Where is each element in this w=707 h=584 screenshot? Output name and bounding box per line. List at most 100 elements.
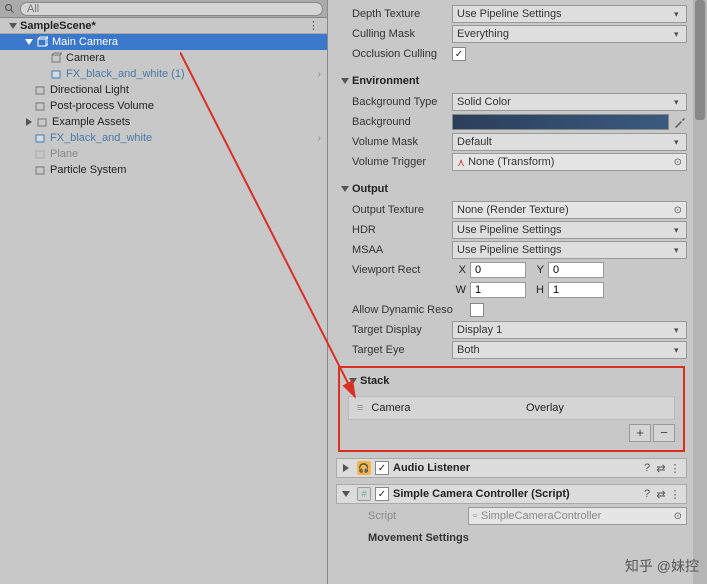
viewport-x-input[interactable]: [470, 262, 526, 278]
chevron-right-icon[interactable]: ›: [318, 69, 327, 80]
hdr-dropdown[interactable]: Use Pipeline Settings ▾: [452, 221, 687, 239]
dynamic-res-checkbox[interactable]: [470, 303, 484, 317]
drag-handle-icon[interactable]: ≡: [357, 402, 363, 414]
help-icon[interactable]: ?: [640, 462, 654, 474]
stack-remove-button[interactable]: −: [653, 424, 675, 442]
gameobject-icon: [36, 36, 48, 48]
volume-mask-dropdown[interactable]: Default ▾: [452, 133, 687, 151]
x-label: X: [452, 264, 466, 276]
viewport-y-input[interactable]: [548, 262, 604, 278]
menu-icon[interactable]: ⋮: [668, 462, 682, 475]
object-picker-icon[interactable]: ⊙: [674, 157, 682, 168]
object-picker-icon[interactable]: ⊙: [674, 205, 682, 216]
prop-label: Depth Texture: [336, 8, 452, 20]
foldout-icon: [24, 37, 34, 47]
scene-header[interactable]: SampleScene* ⋮: [0, 18, 327, 34]
prop-label: MSAA: [336, 244, 452, 256]
section-output[interactable]: Output: [336, 180, 687, 198]
msaa-dropdown[interactable]: Use Pipeline Settings ▾: [452, 241, 687, 259]
component-enabled-checkbox[interactable]: ✓: [375, 461, 389, 475]
prop-background: Background: [336, 112, 687, 132]
prop-msaa: MSAA Use Pipeline Settings ▾: [336, 240, 687, 260]
section-environment[interactable]: Environment: [336, 72, 687, 90]
obj-value: None (Transform): [468, 156, 554, 168]
eyedropper-icon[interactable]: [673, 115, 687, 129]
foldout-icon: [8, 21, 18, 31]
occlusion-culling-checkbox[interactable]: ✓: [452, 47, 466, 61]
component-name: Audio Listener: [393, 462, 640, 474]
stack-camera-item[interactable]: ≡ Camera Overlay: [348, 396, 675, 420]
tree-item-main-camera[interactable]: Main Camera: [0, 34, 327, 50]
object-picker-icon: ⊙: [674, 511, 682, 522]
section-stack[interactable]: Stack: [348, 372, 675, 390]
gameobject-icon: [34, 100, 46, 112]
hierarchy-panel: SampleScene* ⋮ Main Camera Camera FX_bla…: [0, 0, 328, 584]
prop-volume-trigger: Volume Trigger ⋏ None (Transform) ⊙: [336, 152, 687, 172]
prop-viewport-wh: W H: [336, 280, 687, 300]
foldout-icon: [340, 184, 350, 194]
dropdown-value: Default: [457, 136, 492, 148]
inspector-scrollbar[interactable]: [693, 0, 707, 584]
component-simple-camera[interactable]: # ✓ Simple Camera Controller (Script) ? …: [336, 484, 687, 504]
scene-menu-icon[interactable]: ⋮: [308, 19, 319, 32]
prop-depth-texture: Depth Texture Use Pipeline Settings ▾: [336, 4, 687, 24]
help-icon[interactable]: ?: [640, 488, 654, 500]
tree-item-example[interactable]: Example Assets: [0, 114, 327, 130]
gameobject-icon: [34, 164, 46, 176]
depth-texture-dropdown[interactable]: Use Pipeline Settings ▾: [452, 5, 687, 23]
tree-item-fx1[interactable]: FX_black_and_white (1) ›: [0, 66, 327, 82]
menu-icon[interactable]: ⋮: [668, 488, 682, 501]
tree-item-light[interactable]: Directional Light: [0, 82, 327, 98]
volume-trigger-field[interactable]: ⋏ None (Transform) ⊙: [452, 153, 687, 171]
background-color-field[interactable]: [452, 114, 669, 130]
tree-item-plane[interactable]: Plane: [0, 146, 327, 162]
foldout-icon: [340, 76, 350, 86]
prop-label: Background: [336, 116, 452, 128]
prop-dynamic-res: Allow Dynamic Reso: [336, 300, 687, 320]
chevron-down-icon: ▾: [674, 97, 682, 108]
prop-label: Culling Mask: [336, 28, 452, 40]
tree-label: Main Camera: [52, 36, 327, 48]
viewport-h-input[interactable]: [548, 282, 604, 298]
dropdown-value: Both: [457, 344, 480, 356]
inspector-panel: Depth Texture Use Pipeline Settings ▾ Cu…: [328, 0, 707, 584]
dropdown-value: Display 1: [457, 324, 502, 336]
prop-label: Volume Trigger: [336, 156, 452, 168]
culling-mask-dropdown[interactable]: Everything ▾: [452, 25, 687, 43]
stack-item-type: Overlay: [526, 402, 666, 414]
dropdown-value: Solid Color: [457, 96, 511, 108]
component-enabled-checkbox[interactable]: ✓: [375, 487, 389, 501]
tree-label: Plane: [50, 148, 327, 160]
chevron-right-icon[interactable]: ›: [318, 133, 327, 144]
preset-icon[interactable]: ⇄: [654, 488, 668, 501]
tree-item-camera[interactable]: Camera: [0, 50, 327, 66]
preset-icon[interactable]: ⇄: [654, 462, 668, 475]
chevron-down-icon: ▾: [674, 245, 682, 256]
chevron-down-icon: ▾: [674, 9, 682, 20]
dropdown-value: Use Pipeline Settings: [457, 244, 562, 256]
stack-buttons: + −: [348, 424, 675, 442]
viewport-w-input[interactable]: [470, 282, 526, 298]
prop-label: Output Texture: [336, 204, 452, 216]
bg-type-dropdown[interactable]: Solid Color ▾: [452, 93, 687, 111]
watermark: 知乎 @妹控: [625, 556, 699, 576]
stack-add-button[interactable]: +: [629, 424, 651, 442]
script-asset-icon: ▫: [473, 510, 477, 522]
search-input[interactable]: [20, 2, 323, 16]
component-audio-listener[interactable]: 🎧 ✓ Audio Listener ? ⇄ ⋮: [336, 458, 687, 478]
tree-label: Post-process Volume: [50, 100, 327, 112]
prop-label: Volume Mask: [336, 136, 452, 148]
target-display-dropdown[interactable]: Display 1 ▾: [452, 321, 687, 339]
tree-label: FX_black_and_white: [50, 132, 318, 144]
tree-item-particle[interactable]: Particle System: [0, 162, 327, 178]
prop-output-texture: Output Texture None (Render Texture) ⊙: [336, 200, 687, 220]
tree-label: Particle System: [50, 164, 327, 176]
scrollbar-thumb[interactable]: [695, 0, 705, 120]
tree-item-fx2[interactable]: FX_black_and_white ›: [0, 130, 327, 146]
tree-item-postprocess[interactable]: Post-process Volume: [0, 98, 327, 114]
hierarchy-search-bar: [0, 0, 327, 18]
section-title: Stack: [360, 375, 389, 387]
gameobject-icon: [50, 52, 62, 64]
output-texture-field[interactable]: None (Render Texture) ⊙: [452, 201, 687, 219]
target-eye-dropdown[interactable]: Both ▾: [452, 341, 687, 359]
